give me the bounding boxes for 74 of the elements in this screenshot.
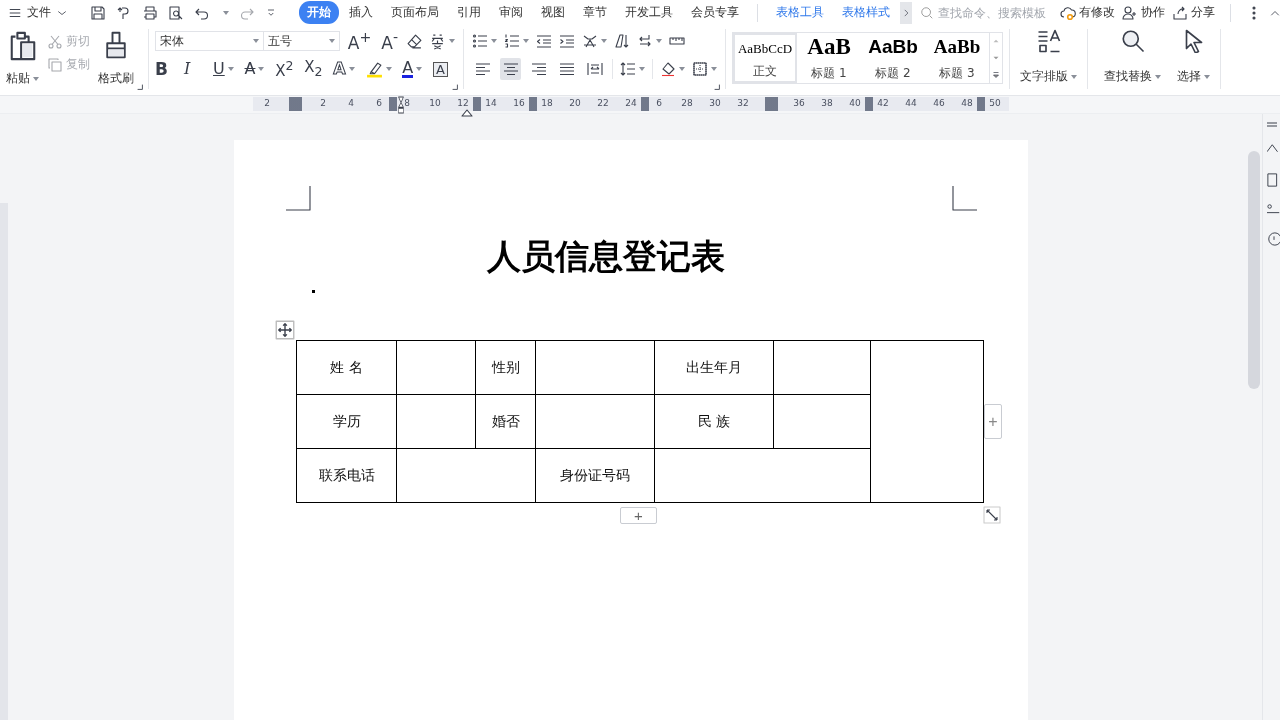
table-cell: 出生年月: [654, 340, 774, 395]
ruler-number: 32: [737, 98, 749, 108]
table-cell: 学历: [296, 394, 397, 449]
ribbon-tab[interactable]: 引用: [449, 1, 489, 24]
style-item[interactable]: AaBb 标题 3: [925, 33, 989, 83]
ruler-number: 36: [793, 98, 805, 108]
toolbar-action[interactable]: 分享: [1172, 4, 1215, 21]
file-menu[interactable]: 文件: [8, 4, 74, 21]
style-item[interactable]: AaBbCcD 正文: [733, 33, 797, 83]
ruler-number: 12: [457, 98, 469, 108]
ruler-number: 50: [989, 98, 1001, 108]
font-size-field[interactable]: 五号: [262, 31, 340, 51]
document-title: 人员信息登记表: [486, 235, 726, 278]
table-cell: 婚否: [475, 394, 536, 449]
subscript-button[interactable]: X$_{2}$: [304, 59, 323, 79]
ruler-number: 10: [429, 98, 441, 108]
ruler-number: 22: [597, 98, 609, 108]
character-border-button[interactable]: A: [433, 61, 448, 77]
italic-button[interactable]: I: [184, 61, 191, 77]
shrink-font-button[interactable]: A$^{-}$: [379, 30, 400, 52]
ruler-number: 28: [681, 98, 693, 108]
ruler-number: 4: [348, 98, 354, 108]
font-color-button[interactable]: A: [402, 60, 414, 78]
ruler-number: 38: [821, 98, 833, 108]
ruler-number: 48: [961, 98, 973, 108]
text-effect-button[interactable]: A: [333, 61, 346, 77]
bold-button[interactable]: B: [155, 60, 168, 78]
table-cell: 性别: [475, 340, 536, 395]
ruler-number: 30: [709, 98, 721, 108]
ruler-number: 24: [625, 98, 637, 108]
superscript-button[interactable]: X$^{2}$: [275, 59, 294, 79]
ribbon-button[interactable]: 查找替换: [1090, 25, 1169, 91]
table-cell: 身份证号码: [535, 448, 655, 503]
ribbon-tab[interactable]: 开发工具: [617, 1, 681, 24]
ruler-number: 14: [485, 98, 497, 108]
ribbon-tab[interactable]: 页面布局: [383, 1, 447, 24]
ruler-number: 6: [656, 98, 662, 108]
add-row-button[interactable]: +: [620, 507, 657, 524]
style-item[interactable]: AaB 标题 1: [797, 33, 861, 83]
font-name-field[interactable]: 宋体: [155, 31, 264, 51]
ruler-number: 42: [877, 98, 889, 108]
ruler-number: 44: [905, 98, 917, 108]
ribbon-tab[interactable]: 开始: [299, 1, 339, 24]
toolbar-action[interactable]: 有修改: [1060, 4, 1115, 21]
ribbon-button[interactable]: 选择: [1169, 25, 1218, 91]
search-field[interactable]: 查找命令、搜索模板: [920, 5, 1060, 20]
paste-button[interactable]: 粘贴: [4, 29, 41, 93]
ribbon-tab[interactable]: 表格样式: [834, 1, 898, 24]
ruler-number: 20: [569, 98, 581, 108]
ruler-number: 8: [404, 98, 410, 108]
grow-font-button[interactable]: A$^{+}$: [345, 30, 374, 52]
style-item[interactable]: AaBb 标题 2: [861, 33, 925, 83]
ribbon-tab[interactable]: 表格工具: [768, 1, 832, 24]
ribbon-tab[interactable]: 审阅: [491, 1, 531, 24]
format-painter-button[interactable]: 格式刷: [96, 29, 136, 93]
ribbon-tab[interactable]: 插入: [341, 1, 381, 24]
ribbon-tab[interactable]: 会员专享: [683, 1, 747, 24]
table-cell: 联系电话: [296, 448, 397, 503]
ruler-number: 6: [376, 98, 382, 108]
ribbon-tab[interactable]: 视图: [533, 1, 573, 24]
ruler-number: 40: [849, 98, 861, 108]
table-cell: 民 族: [654, 394, 774, 449]
toolbar-action[interactable]: 协作: [1122, 4, 1165, 21]
ruler-number: 16: [513, 98, 525, 108]
ruler-number: 46: [933, 98, 945, 108]
ribbon-tab[interactable]: 章节: [575, 1, 615, 24]
ruler-number: 2: [264, 98, 270, 108]
underline-button[interactable]: U: [213, 61, 225, 77]
ruler-number: 2: [320, 98, 326, 108]
table-cell: 姓 名: [296, 340, 397, 395]
ribbon-button[interactable]: 文字排版: [1012, 25, 1085, 91]
strikethrough-button[interactable]: A: [244, 61, 256, 77]
ruler-number: 18: [541, 98, 553, 108]
add-column-button[interactable]: +: [984, 404, 1002, 439]
